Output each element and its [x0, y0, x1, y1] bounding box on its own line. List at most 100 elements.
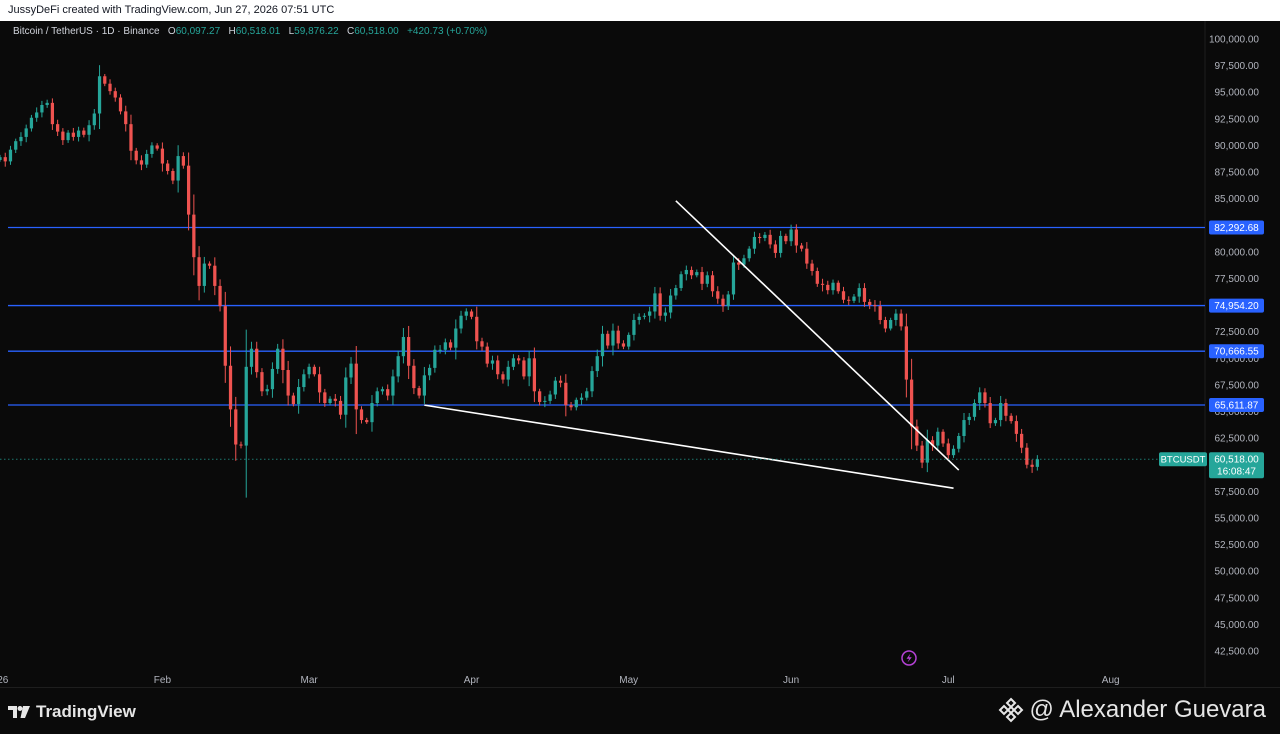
- candle-body: [590, 371, 594, 392]
- candle-body: [564, 382, 568, 406]
- candle-body: [779, 235, 783, 253]
- ohlc-legend: Bitcoin / TetherUS · 1D · Binance O60,09…: [13, 26, 487, 37]
- candle-body: [265, 389, 269, 392]
- y-tick-label: 95,000.00: [1215, 88, 1260, 99]
- candle-body: [401, 337, 406, 357]
- candle-body: [35, 112, 39, 118]
- candle-body: [726, 294, 730, 307]
- candle-body: [103, 76, 107, 84]
- author-watermark: @ Alexander Guevara: [998, 696, 1266, 724]
- candle-body: [621, 343, 626, 347]
- candle-body: [737, 262, 741, 265]
- candle-body: [417, 388, 421, 396]
- candle-body: [1030, 464, 1034, 467]
- low-value: 59,876.22: [294, 26, 339, 37]
- candle-body: [391, 376, 395, 396]
- symbol-title[interactable]: Bitcoin / TetherUS · 1D · Binance: [13, 26, 160, 37]
- creator-credit: JussyDeFi created with TradingView.com, …: [8, 4, 335, 16]
- candle-body: [260, 372, 264, 392]
- candle-body: [359, 409, 364, 421]
- candle-body: [569, 405, 573, 408]
- candle-body: [192, 214, 196, 258]
- creator-bar: JussyDeFi created with TradingView.com, …: [0, 0, 1280, 21]
- candle-body: [87, 125, 91, 135]
- y-tick-label: 55,000.00: [1215, 513, 1260, 524]
- candle-body: [763, 234, 767, 239]
- candle-body: [988, 403, 992, 424]
- candle-body: [747, 248, 751, 259]
- candle-body: [312, 366, 316, 375]
- candle-body: [56, 124, 60, 132]
- candle-body: [1020, 433, 1024, 448]
- candle-body: [45, 102, 49, 105]
- candle-body: [962, 420, 966, 437]
- tradingview-logo[interactable]: TradingView: [8, 702, 136, 722]
- candle-body: [375, 391, 379, 404]
- candle-body: [799, 245, 804, 249]
- y-tick-label: 67,500.00: [1215, 380, 1260, 391]
- candle-body: [475, 316, 479, 342]
- candle-body: [606, 333, 610, 346]
- candle-body: [773, 244, 778, 253]
- candle-body: [679, 274, 683, 289]
- candle-body: [438, 349, 442, 351]
- candle-body: [281, 348, 285, 371]
- candle-body: [160, 148, 165, 164]
- x-tick-label: May: [619, 675, 638, 686]
- y-tick-label: 92,500.00: [1215, 114, 1260, 125]
- countdown-label: 16:08:47: [1217, 467, 1256, 478]
- close-value: 60,518.00: [354, 26, 399, 37]
- candle-body: [213, 265, 217, 286]
- candle-body: [19, 136, 23, 142]
- candle-body: [951, 448, 956, 456]
- candle-body: [276, 348, 280, 369]
- price-chart[interactable]: 100,000.00 97,500.00 95,000.00 92,500.00 90,…: [0, 21, 1280, 687]
- candle-body: [118, 97, 123, 112]
- candle-body: [249, 348, 254, 367]
- candle-body: [202, 263, 206, 286]
- candle-body: [836, 282, 840, 292]
- candle-body: [291, 395, 296, 405]
- candle-body: [558, 380, 563, 383]
- candle-body: [76, 130, 81, 137]
- candle-body: [338, 400, 343, 415]
- y-tick-label: 45,000.00: [1215, 620, 1260, 631]
- candle-body: [71, 132, 75, 137]
- x-tick-label: Jul: [942, 675, 955, 686]
- candle-body: [464, 311, 468, 316]
- candle-body: [134, 150, 138, 161]
- candle-body: [983, 392, 987, 404]
- candle-body: [936, 431, 940, 446]
- candle-body: [674, 288, 678, 296]
- candle-body: [24, 128, 28, 137]
- x-tick-label: Apr: [464, 675, 480, 686]
- candle-body: [490, 360, 495, 364]
- candle-body: [454, 328, 458, 348]
- candle-body: [789, 229, 793, 242]
- candle-body: [1014, 421, 1019, 434]
- y-tick-label: 50,000.00: [1215, 567, 1260, 578]
- x-tick-label: Feb: [154, 675, 172, 686]
- candle-body: [941, 431, 945, 444]
- y-tick-label: 100,000.00: [1209, 35, 1259, 46]
- candle-body: [129, 124, 133, 151]
- high-value: 60,518.01: [235, 26, 281, 37]
- candle-body: [972, 403, 977, 417]
- candle-body: [684, 269, 688, 275]
- candle-body: [700, 272, 704, 284]
- candle-body: [847, 299, 851, 301]
- candle-body: [228, 365, 233, 410]
- candle-body: [181, 156, 185, 166]
- candle-body: [0, 157, 2, 160]
- y-tick-label: 90,000.00: [1215, 141, 1260, 152]
- y-tick-label: 97,500.00: [1215, 61, 1260, 72]
- y-tick-label: 62,500.00: [1215, 434, 1260, 445]
- candle-body: [999, 403, 1003, 421]
- candle-body: [543, 400, 547, 402]
- candle-body: [553, 380, 557, 395]
- candle-body: [784, 235, 788, 242]
- candle-body: [3, 157, 7, 162]
- candle-body: [532, 358, 537, 392]
- candle-body: [223, 306, 227, 366]
- y-tick-label: 47,500.00: [1215, 593, 1260, 604]
